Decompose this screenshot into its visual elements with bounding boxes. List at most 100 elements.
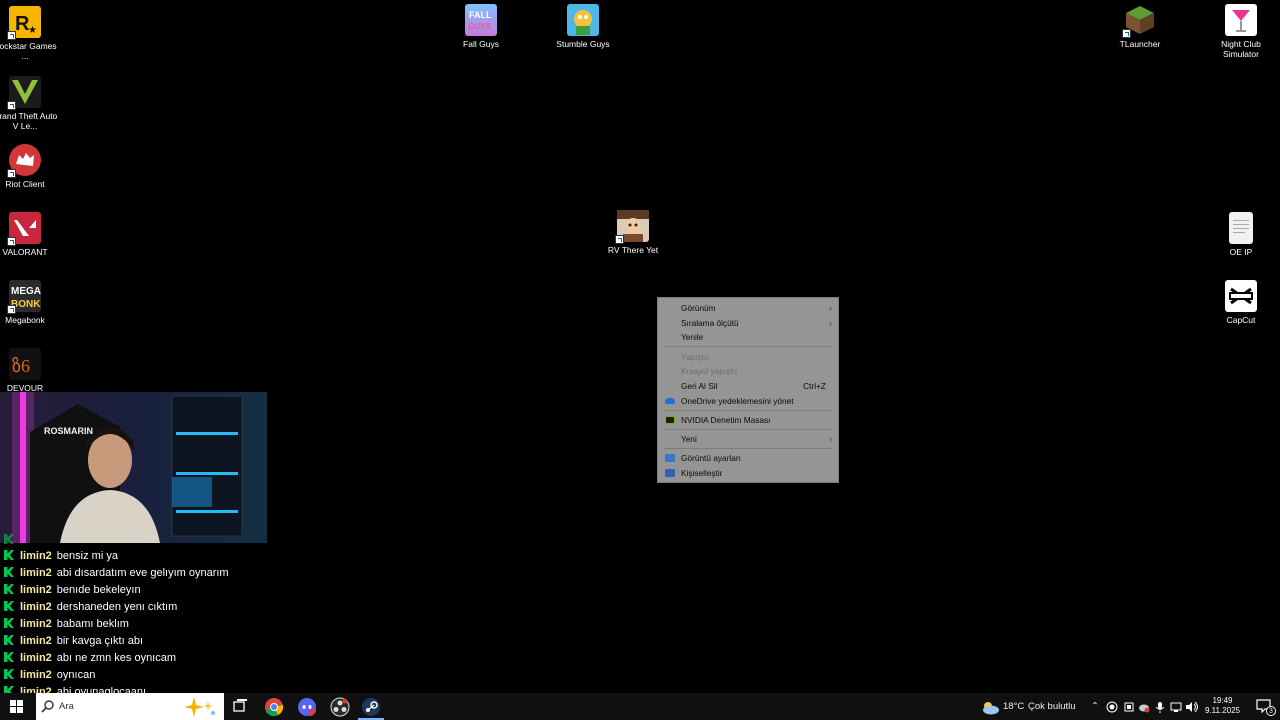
weather-condition[interactable]: Çok bulutlu xyxy=(1028,693,1076,720)
chat-username: limin2 xyxy=(20,618,52,630)
search-placeholder: Ara xyxy=(59,701,74,712)
kick-badge-icon xyxy=(4,584,14,594)
desktop-icon-rockstar[interactable]: R★ Rockstar Games ... xyxy=(0,6,60,61)
chevron-right-icon: › xyxy=(829,303,832,313)
menu-item-nvidia[interactable]: NVIDIA Denetim Masası xyxy=(658,413,838,427)
kick-badge-icon xyxy=(4,567,14,577)
desktop-icon-tlauncher[interactable]: TLauncher xyxy=(1105,4,1175,49)
menu-item-onedrive[interactable]: OneDrive yedeklemesini yönet xyxy=(658,394,838,408)
chat-message: limin2 bensiz mi ya xyxy=(4,548,118,564)
menu-item-display-settings[interactable]: Görüntü ayarları xyxy=(658,451,838,465)
clock-time: 19:49 xyxy=(1212,696,1233,705)
menu-item-sort[interactable]: Sıralama ölçütü › xyxy=(658,316,838,330)
desktop-icon-fallguys[interactable]: FALL GUYS Fall Guys xyxy=(446,4,516,49)
svg-text:★: ★ xyxy=(28,25,37,36)
chat-username: limin2 xyxy=(20,601,52,613)
desktop-icon-oeip[interactable]: OE IP xyxy=(1206,212,1276,257)
svg-text:FALL: FALL xyxy=(469,10,492,20)
menu-item-label: Görüntü ayarları xyxy=(681,453,741,463)
chat-username: limin2 xyxy=(20,584,52,596)
menu-item-label: Sıralama ölçütü xyxy=(681,318,739,328)
menu-item-personalize[interactable]: Kişiselleştir xyxy=(658,466,838,480)
desktop-icon-label: Grand Theft Auto V Le... xyxy=(0,111,58,131)
menu-separator xyxy=(664,429,832,430)
volume-icon[interactable] xyxy=(1185,701,1199,713)
desktop-icon-nightclub[interactable]: Night Club Simulator xyxy=(1206,4,1276,59)
chat-username: limin2 xyxy=(20,652,52,664)
desktop-icon-capcut[interactable]: CapCut xyxy=(1206,280,1276,325)
desktop-icon-rv[interactable]: RV There Yet xyxy=(598,210,668,255)
chat-text: abi dısardatım eve gelıyım oynarım xyxy=(56,567,229,579)
network-icon[interactable] xyxy=(1170,701,1182,713)
chat-text: bir kavga çıktı abı xyxy=(56,635,144,647)
kick-badge-icon xyxy=(4,601,14,611)
menu-item-undo[interactable]: Geri Al Sil Ctrl+Z xyxy=(658,379,838,393)
device-icon[interactable] xyxy=(1123,701,1135,713)
desktop-icon-stumble[interactable]: Stumble Guys xyxy=(548,4,618,49)
chat-message: limin2 benıde bekeleyın xyxy=(4,582,141,598)
menu-item-refresh[interactable]: Yenile xyxy=(658,330,838,344)
chat-text: oynıcan xyxy=(56,669,96,681)
task-view-icon[interactable] xyxy=(231,697,251,717)
tlauncher-icon xyxy=(1122,4,1156,38)
cloud-sync-icon[interactable] xyxy=(1138,701,1150,713)
desktop-icon-label: Megabonk xyxy=(5,315,45,325)
webcam-overlay: ROSMARIN xyxy=(0,392,267,543)
kick-badge-icon xyxy=(4,635,14,645)
obs-icon[interactable] xyxy=(330,697,350,717)
desktop-icon-devour[interactable]: ზ6 DEVOUR xyxy=(0,348,60,393)
menu-item-label: Görünüm xyxy=(681,303,716,313)
chat-username: limin2 xyxy=(20,669,52,681)
menu-item-view[interactable]: Görünüm › xyxy=(658,301,838,315)
onedrive-cloud-icon xyxy=(665,398,675,404)
notification-count-badge: 3 xyxy=(1266,706,1276,716)
desktop-icon-label: CapCut xyxy=(1226,315,1256,325)
desktop-context-menu: Görünüm › Sıralama ölçütü › Yenile Yapış… xyxy=(657,297,839,483)
stumble-guys-icon xyxy=(567,4,599,36)
chrome-icon[interactable] xyxy=(264,697,284,717)
chat-text: babamı beklım xyxy=(56,618,129,630)
text-file-icon xyxy=(1229,212,1253,244)
desktop-icon-label: RV There Yet xyxy=(607,245,659,255)
chat-message: limin2 abı ne zmn kes oynıcam xyxy=(4,650,176,666)
desktop-icon-megabonk[interactable]: MEGA BONK Megabonk xyxy=(0,280,60,325)
taskbar-search-box[interactable]: Ara xyxy=(36,693,224,720)
chat-text: dershaneden yenı cıktım xyxy=(56,601,178,613)
desktop-icon-label: Rockstar Games ... xyxy=(0,41,57,61)
notification-center-button[interactable]: 3 xyxy=(1256,699,1276,716)
chat-message: limin2 oynıcan xyxy=(4,667,95,683)
taskbar-clock[interactable]: 19:49 9.11.2025 xyxy=(1205,696,1240,716)
tray-overflow-chevron-icon[interactable]: ⌃ xyxy=(1091,693,1099,720)
record-icon[interactable] xyxy=(1106,701,1118,713)
rockstar-icon: R ★ xyxy=(7,6,41,40)
kick-badge-icon xyxy=(4,550,14,560)
desktop-icon-label: Stumble Guys xyxy=(556,39,610,49)
chat-message: limin2 bir kavga çıktı abı xyxy=(4,633,143,649)
menu-separator xyxy=(664,448,832,449)
desktop-icon-riot[interactable]: Riot Client xyxy=(0,144,60,189)
svg-text:MEGA: MEGA xyxy=(11,286,41,297)
menu-separator xyxy=(664,410,832,411)
svg-text:GUYS: GUYS xyxy=(468,22,491,31)
weather-temperature[interactable]: 18°C xyxy=(1003,693,1024,720)
discord-icon[interactable] xyxy=(297,697,317,717)
monitor-icon xyxy=(665,454,675,462)
megabonk-icon: MEGA BONK xyxy=(7,280,41,314)
desktop-icon-label: Fall Guys xyxy=(463,39,499,49)
fall-guys-icon: FALL GUYS xyxy=(465,4,497,36)
shortcut-arrow-icon xyxy=(615,235,624,244)
microphone-icon[interactable] xyxy=(1154,701,1166,713)
weather-cloud-icon xyxy=(983,702,999,715)
kick-badge-icon xyxy=(4,534,14,544)
chat-username: limin2 xyxy=(20,635,52,647)
steam-icon[interactable] xyxy=(361,697,381,717)
search-icon xyxy=(41,700,54,713)
start-button[interactable] xyxy=(0,693,36,720)
kick-badge-icon xyxy=(4,669,14,679)
menu-item-new[interactable]: Yeni › xyxy=(658,432,838,446)
desktop-icon-gta[interactable]: Grand Theft Auto V Le... xyxy=(0,76,60,131)
desktop-icon-label: OE IP xyxy=(1229,247,1253,257)
gta-icon xyxy=(7,76,41,110)
desktop-icon-valorant[interactable]: VALORANT xyxy=(0,212,60,257)
windows-logo-icon xyxy=(10,700,23,713)
